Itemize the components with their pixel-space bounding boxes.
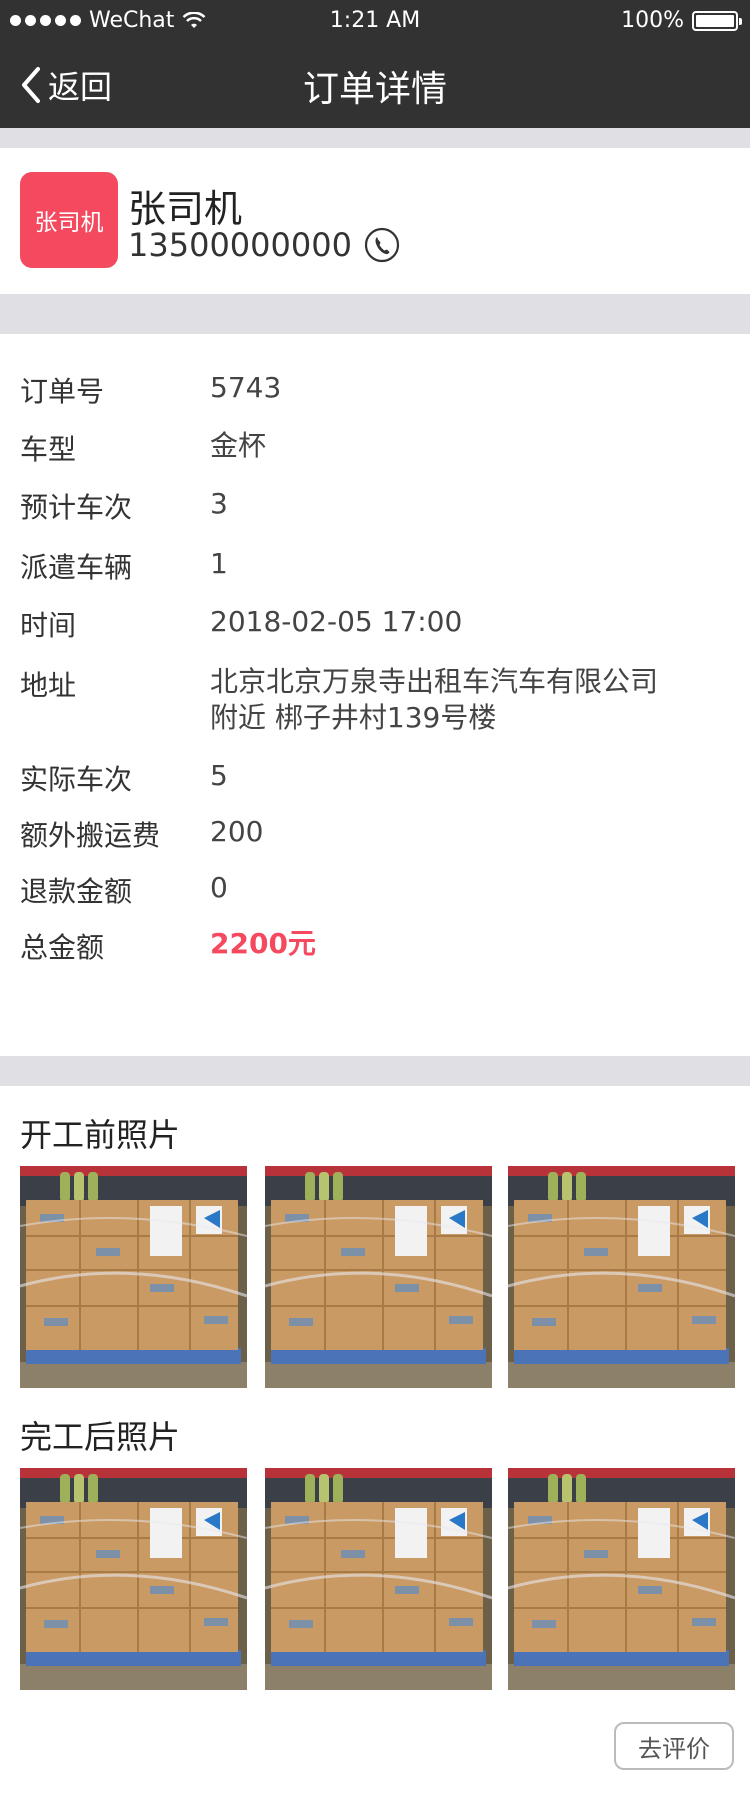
header: WeChat 1:21 AM 100% 返回 订单详情 (0, 0, 750, 128)
phone-icon[interactable] (364, 227, 400, 263)
after-photos-title: 完工后照片 (20, 1418, 181, 1456)
driver-phone-row: 13500000000 (128, 226, 400, 264)
detail-value: 1 (210, 547, 228, 580)
detail-value: 北京北京万泉寺出租车汽车有限公司 附近 梆子井村139号楼 (210, 664, 730, 736)
detail-label: 车型 (20, 433, 77, 466)
address-line-2: 附近 梆子井村139号楼 (210, 701, 497, 734)
after-photo-2[interactable] (265, 1468, 492, 1690)
driver-name: 张司机 (128, 187, 243, 231)
page-title: 订单详情 (302, 69, 447, 110)
battery-icon (692, 10, 742, 31)
detail-label: 预计车次 (20, 491, 133, 524)
before-photo-1[interactable] (20, 1166, 247, 1388)
after-photo-1[interactable] (20, 1468, 247, 1690)
separator (0, 294, 750, 334)
detail-label: 地址 (20, 669, 77, 702)
before-photo-2[interactable] (265, 1166, 492, 1388)
detail-value: 金杯 (210, 429, 267, 462)
photos-section: 开工前照片 完工后照片 (0, 1086, 750, 1798)
detail-value: 3 (210, 487, 228, 520)
order-details: 订单号 5743 车型 金杯 预计车次 3 派遣车辆 1 时间 2018-02-… (0, 334, 750, 1054)
address-line-1: 北京北京万泉寺出租车汽车有限公司 (210, 665, 659, 698)
detail-value: 2018-02-05 17:00 (210, 605, 463, 638)
detail-label: 退款金额 (20, 875, 133, 908)
avatar: 张司机 (20, 172, 118, 268)
nav-bar: 返回 订单详情 (0, 40, 750, 128)
status-bar: WeChat 1:21 AM 100% (0, 0, 750, 40)
detail-value: 5743 (210, 371, 282, 404)
detail-label: 订单号 (20, 375, 105, 408)
detail-label: 实际车次 (20, 763, 133, 796)
detail-label: 时间 (20, 609, 77, 642)
battery-percent: 100% (621, 8, 684, 33)
after-photo-3[interactable] (508, 1468, 735, 1690)
detail-value: 200 (210, 815, 264, 848)
detail-label: 总金额 (20, 931, 105, 964)
before-photos-title: 开工前照片 (20, 1116, 181, 1154)
detail-value: 0 (210, 871, 228, 904)
driver-card: 张司机 张司机 13500000000 (0, 148, 750, 294)
separator (0, 1056, 750, 1086)
review-button[interactable]: 去评价 (614, 1722, 734, 1770)
status-right: 100% (621, 8, 742, 33)
detail-label: 额外搬运费 (20, 819, 161, 852)
total-amount: 2200元 (210, 927, 316, 960)
detail-label: 派遣车辆 (20, 551, 133, 584)
driver-phone: 13500000000 (128, 226, 352, 264)
detail-value: 5 (210, 759, 228, 792)
before-photo-3[interactable] (508, 1166, 735, 1388)
separator (0, 128, 750, 148)
